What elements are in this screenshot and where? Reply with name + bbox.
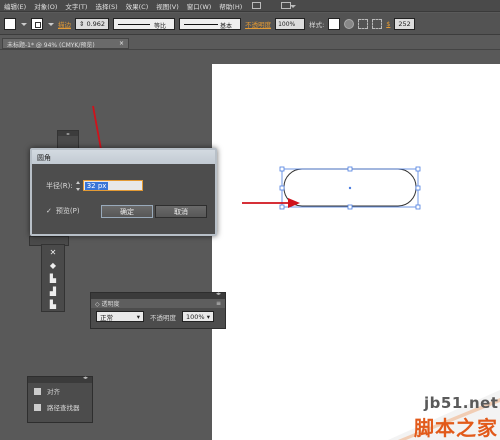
watermark-url: jb51.net bbox=[424, 394, 499, 412]
fill-dropdown-icon[interactable] bbox=[20, 18, 27, 30]
close-tab-icon[interactable]: × bbox=[119, 40, 124, 47]
handle-top-center[interactable] bbox=[347, 166, 353, 172]
align-label: 对齐 bbox=[47, 388, 60, 396]
stroke-weight-value: 0.962 bbox=[86, 19, 106, 28]
transform-icon[interactable] bbox=[372, 18, 383, 29]
recolor-artwork-icon[interactable] bbox=[344, 18, 355, 29]
preview-checkbox[interactable]: ✓ bbox=[46, 207, 52, 215]
align-panel-header[interactable] bbox=[28, 375, 92, 383]
radius-label: 半径(R): bbox=[46, 181, 73, 190]
x-label[interactable]: $ bbox=[386, 20, 390, 28]
document-tab[interactable]: 未标题-1* @ 94% (CMYK/预览) × bbox=[2, 38, 129, 49]
panel-collapse-icon[interactable]: ◂▸ bbox=[58, 131, 78, 136]
bridge-icon[interactable] bbox=[252, 2, 262, 9]
stroke-label[interactable]: 描边 bbox=[58, 19, 71, 29]
blend-mode-select[interactable]: 正常 ▾ bbox=[96, 311, 144, 322]
panel-opacity-value: 100% bbox=[186, 312, 205, 321]
pathfinder-icon bbox=[34, 403, 41, 411]
chevron-down-icon: ▾ bbox=[136, 312, 140, 321]
center-point-icon bbox=[348, 186, 352, 190]
menu-type[interactable]: 文字(T) bbox=[61, 1, 91, 11]
graphic-style-swatch[interactable] bbox=[328, 17, 341, 30]
opacity-field[interactable]: 100% bbox=[275, 17, 306, 30]
align-icon[interactable] bbox=[358, 18, 369, 29]
puzzle-tool-icon[interactable]: ▟ bbox=[48, 288, 58, 296]
variable-width-profile[interactable]: 等比 bbox=[113, 17, 176, 30]
crown-tool-icon[interactable]: ▙ bbox=[48, 301, 58, 309]
pathfinder-label: 路径查找器 bbox=[47, 404, 80, 412]
panel-opacity-field[interactable]: 100% ▾ bbox=[182, 311, 214, 322]
align-pathfinder-panel: 对齐 路径查找器 bbox=[27, 375, 93, 423]
arrange-documents-icon[interactable] bbox=[281, 2, 297, 9]
menu-effect[interactable]: 效果(C) bbox=[122, 1, 153, 11]
brush-label: 基本 bbox=[220, 22, 233, 30]
menu-view[interactable]: 视图(V) bbox=[152, 1, 183, 11]
shape-tool-icon[interactable]: ◆ bbox=[48, 262, 58, 270]
handle-bottom-center[interactable] bbox=[347, 204, 353, 210]
brush-line-icon bbox=[184, 23, 219, 25]
tool-strip: ✕ ◆ ▙ ▟ ▙ bbox=[41, 244, 65, 312]
radius-value: 32 px bbox=[84, 181, 109, 190]
brush-definition[interactable]: 基本 bbox=[179, 17, 242, 30]
rounded-rectangle-shape[interactable] bbox=[270, 160, 430, 220]
round-corners-dialog: 圆角 半径(R): 32 px ✓ 预览(P) 确定 取消 bbox=[30, 148, 217, 236]
style-label: 样式: bbox=[309, 20, 325, 29]
profile-line-icon bbox=[118, 23, 151, 25]
align-panel-item[interactable]: 对齐 bbox=[28, 383, 92, 399]
dialog-title[interactable]: 圆角 bbox=[32, 150, 215, 164]
control-bar: 描边 ⇕ 0.962 等比 基本 不透明度 100% 样式: $ 252 bbox=[0, 13, 500, 35]
document-title: 未标题-1* @ 94% (CMYK/预览) bbox=[7, 42, 95, 49]
stroke-swatch[interactable] bbox=[31, 17, 43, 30]
opacity-label[interactable]: 不透明度 bbox=[245, 19, 271, 29]
pattern-tool-icon[interactable]: ✕ bbox=[48, 249, 58, 257]
transparency-panel: ◇ 透明度 ≡ 正常 ▾ 不透明度 100% ▾ bbox=[90, 291, 226, 329]
menu-bar: 编辑(E) 对象(O) 文字(T) 选择(S) 效果(C) 视图(V) 窗口(W… bbox=[0, 0, 500, 12]
handle-middle-right[interactable] bbox=[415, 185, 421, 191]
menu-help[interactable]: 帮助(H) bbox=[215, 1, 246, 11]
profile-label: 等比 bbox=[154, 22, 167, 30]
x-field[interactable]: 252 bbox=[394, 17, 415, 30]
chevron-down-icon: ▾ bbox=[206, 312, 210, 321]
panel-opacity-label: 不透明度 bbox=[150, 313, 176, 322]
blend-mode-value: 正常 bbox=[100, 313, 113, 322]
watermark-text: 脚本之家 bbox=[414, 416, 498, 440]
align-icon bbox=[34, 387, 41, 395]
ok-button[interactable]: 确定 bbox=[101, 205, 153, 218]
radius-spinner-icon[interactable] bbox=[75, 180, 81, 191]
transparency-panel-header[interactable] bbox=[91, 291, 225, 299]
menu-window[interactable]: 窗口(W) bbox=[183, 1, 216, 11]
menu-object[interactable]: 对象(O) bbox=[30, 1, 61, 11]
stroke-spinner-icon[interactable]: ⇕ bbox=[79, 20, 84, 28]
stroke-weight-field[interactable]: ⇕ 0.962 bbox=[75, 17, 110, 30]
transparency-tab[interactable]: ◇ 透明度 bbox=[95, 299, 120, 308]
cancel-button[interactable]: 取消 bbox=[155, 205, 207, 218]
menu-select[interactable]: 选择(S) bbox=[91, 1, 121, 11]
radius-input[interactable]: 32 px bbox=[82, 180, 143, 191]
fill-swatch[interactable] bbox=[4, 17, 16, 30]
preview-label[interactable]: 预览(P) bbox=[56, 206, 80, 216]
handle-middle-left[interactable] bbox=[279, 185, 285, 191]
pathfinder-panel-item[interactable]: 路径查找器 bbox=[28, 399, 92, 415]
red-arrow-right-icon bbox=[242, 198, 300, 208]
handle-top-left[interactable] bbox=[279, 166, 285, 172]
tools-panel-header[interactable]: ◂▸ bbox=[57, 130, 79, 150]
handle-top-right[interactable] bbox=[415, 166, 421, 172]
panel-menu-icon[interactable]: ≡ bbox=[216, 300, 221, 307]
handle-bottom-right[interactable] bbox=[415, 204, 421, 210]
flag-tool-icon[interactable]: ▙ bbox=[48, 275, 58, 283]
stroke-dropdown-icon[interactable] bbox=[47, 18, 54, 30]
menu-edit[interactable]: 编辑(E) bbox=[0, 1, 30, 11]
